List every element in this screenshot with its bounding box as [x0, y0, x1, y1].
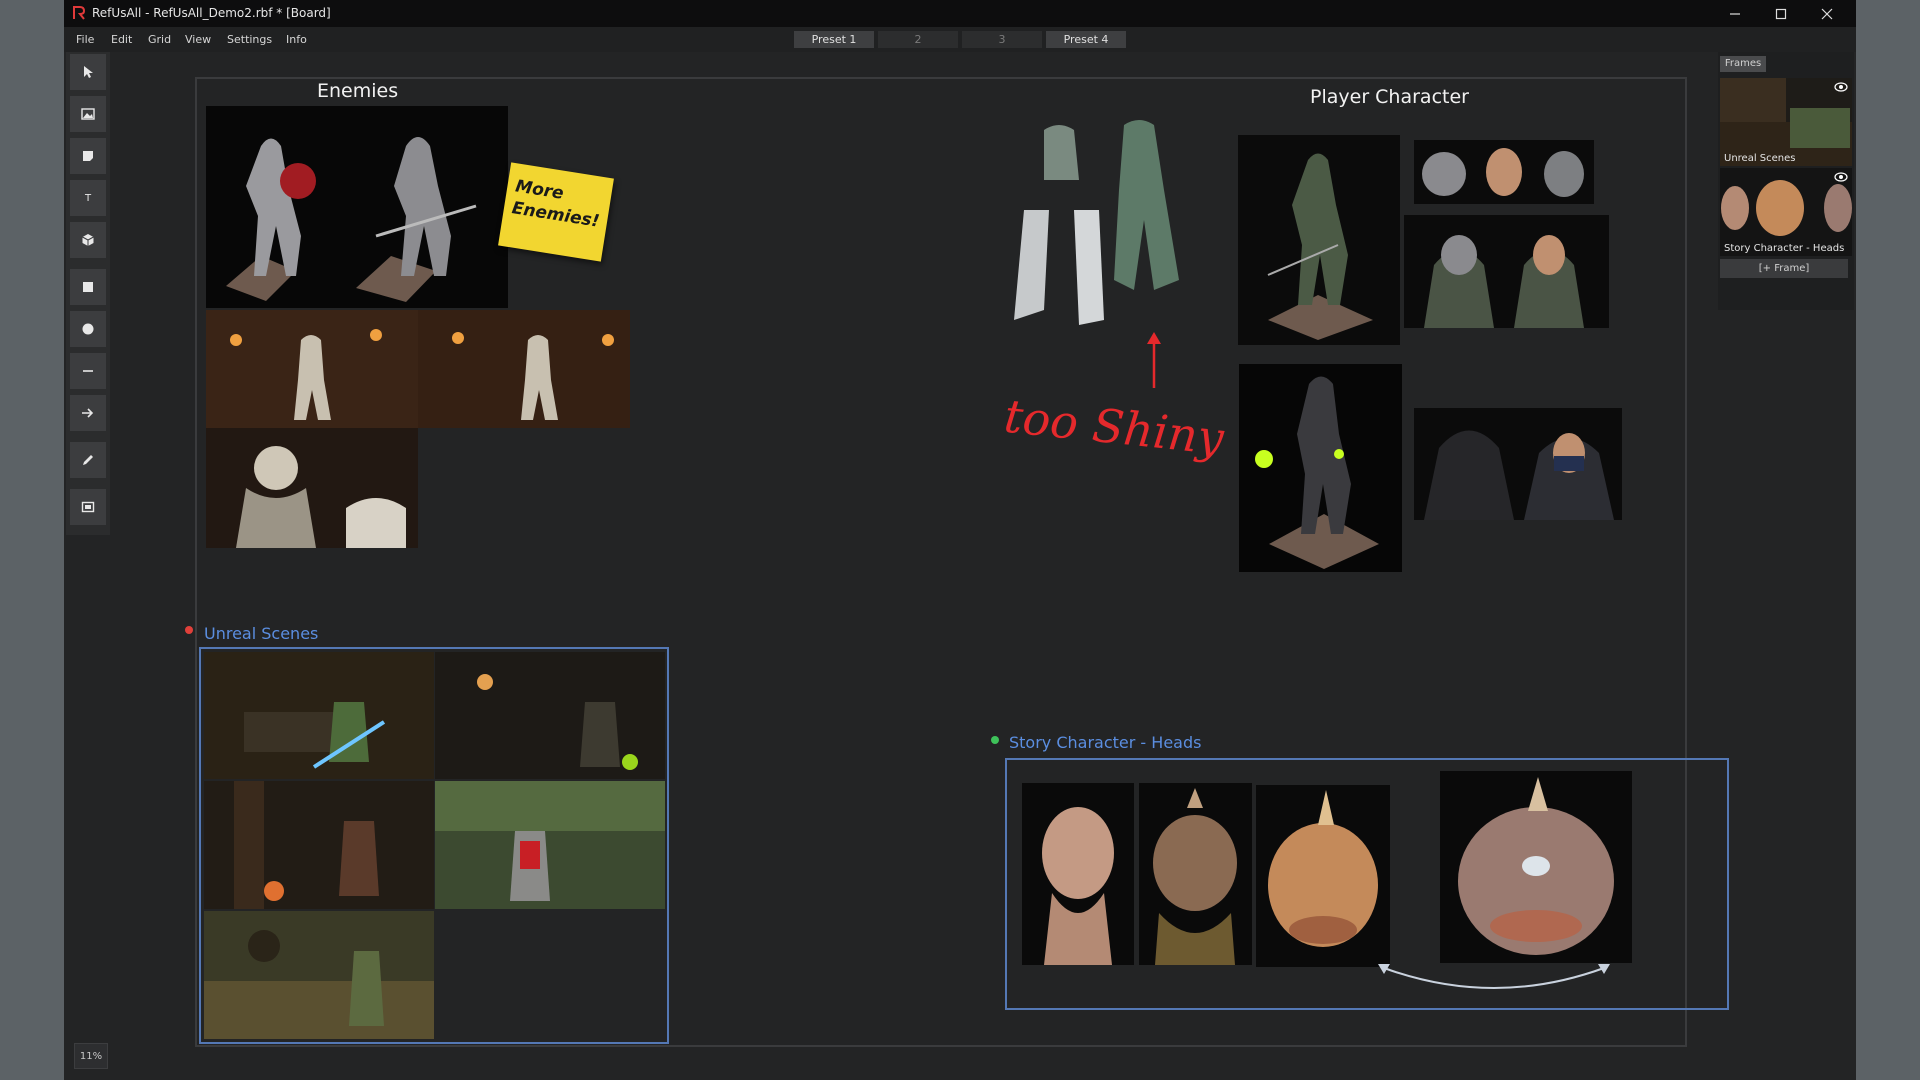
- story-frame-title[interactable]: Story Character - Heads: [1009, 733, 1201, 752]
- visibility-eye-icon[interactable]: [1834, 172, 1848, 182]
- connector-arrow[interactable]: [1374, 960, 1614, 1000]
- menu-bar: File Edit Grid View Settings Info: [64, 27, 1856, 52]
- preset-4-tab[interactable]: Preset 4: [1046, 31, 1126, 48]
- red-arrow-annotation[interactable]: [1144, 330, 1164, 390]
- close-icon[interactable]: [1804, 0, 1850, 27]
- add-frame-button[interactable]: [+ Frame]: [1720, 259, 1848, 278]
- unreal-frame-title[interactable]: Unreal Scenes: [204, 624, 318, 643]
- image-icon[interactable]: [70, 96, 106, 132]
- line-icon[interactable]: [70, 353, 106, 389]
- elf-head-image[interactable]: [1022, 783, 1134, 965]
- player-helmet-compare-image[interactable]: [1404, 215, 1609, 328]
- sticky-note-icon[interactable]: [70, 138, 106, 174]
- skeleton-scene-image-2[interactable]: [418, 310, 630, 428]
- text-icon[interactable]: T: [70, 180, 106, 216]
- menu-info[interactable]: Info: [286, 33, 307, 46]
- unreal-scene-image-5[interactable]: [204, 911, 434, 1039]
- unreal-scene-image-4[interactable]: [435, 781, 665, 909]
- unreal-scene-image-2[interactable]: [435, 652, 665, 779]
- player-armor-full-image[interactable]: [1238, 135, 1400, 345]
- frame-thumb-story-heads[interactable]: Story Character - Heads: [1720, 168, 1852, 256]
- cyclops-closeup-image[interactable]: [1440, 771, 1632, 963]
- visibility-eye-icon[interactable]: [1834, 82, 1848, 92]
- arrow-icon[interactable]: [70, 395, 106, 431]
- player-helmets-head-image[interactable]: [1414, 140, 1594, 204]
- player-hooded-armor-image[interactable]: [1239, 364, 1402, 572]
- title-bar[interactable]: RefUsAll - RefUsAll_Demo2.rbf * [Board]: [64, 0, 1856, 27]
- menu-edit[interactable]: Edit: [111, 33, 132, 46]
- app-logo-icon: [71, 5, 87, 21]
- maximize-icon[interactable]: [1758, 0, 1804, 27]
- select-arrow-icon[interactable]: [70, 54, 106, 90]
- skeleton-closeup-image[interactable]: [206, 428, 418, 548]
- frame-thumb-unreal-label: Unreal Scenes: [1724, 153, 1796, 164]
- pencil-icon[interactable]: [70, 442, 106, 478]
- zoom-level[interactable]: 11%: [74, 1043, 108, 1069]
- story-frame-dot: [991, 736, 999, 744]
- menu-view[interactable]: View: [185, 33, 211, 46]
- enemies-heading: Enemies: [317, 80, 399, 102]
- sticky-note[interactable]: More Enemies!: [498, 162, 614, 262]
- player-character-heading: Player Character: [1310, 86, 1469, 108]
- frame-icon[interactable]: [70, 489, 106, 525]
- rectangle-icon[interactable]: [70, 269, 106, 305]
- 3d-cube-icon[interactable]: [70, 222, 106, 258]
- frames-tab[interactable]: Frames: [1720, 56, 1766, 72]
- window-title: RefUsAll - RefUsAll_Demo2.rbf * [Board]: [92, 6, 331, 20]
- tool-palette: T: [66, 52, 110, 535]
- orc-head-spiked-image[interactable]: [1139, 783, 1252, 965]
- circle-icon[interactable]: [70, 311, 106, 347]
- frame-thumb-unreal-scenes[interactable]: Unreal Scenes: [1720, 78, 1852, 166]
- menu-grid[interactable]: Grid: [148, 33, 171, 46]
- text-tool-glyph: T: [84, 192, 92, 204]
- enemy-knight-pair-image[interactable]: [206, 106, 508, 308]
- player-hood-compare-image[interactable]: [1414, 408, 1622, 520]
- preset-2-tab[interactable]: 2: [878, 31, 958, 48]
- frame-thumb-story-label: Story Character - Heads: [1724, 243, 1845, 254]
- unreal-frame-dot: [185, 626, 193, 634]
- unreal-scene-image-1[interactable]: [204, 652, 434, 779]
- preset-3-tab[interactable]: 3: [962, 31, 1042, 48]
- skeleton-scene-image-1[interactable]: [206, 310, 418, 428]
- preset-1-tab[interactable]: Preset 1: [794, 31, 874, 48]
- unreal-scene-image-3[interactable]: [204, 781, 434, 909]
- app-window: RefUsAll - RefUsAll_Demo2.rbf * [Board] …: [64, 0, 1856, 1080]
- cyclops-head-image[interactable]: [1256, 785, 1390, 967]
- minimize-icon[interactable]: [1712, 0, 1758, 27]
- frames-panel: Frames Unreal Scenes Story Character - H…: [1718, 52, 1854, 310]
- menu-settings[interactable]: Settings: [227, 33, 272, 46]
- menu-file[interactable]: File: [76, 33, 94, 46]
